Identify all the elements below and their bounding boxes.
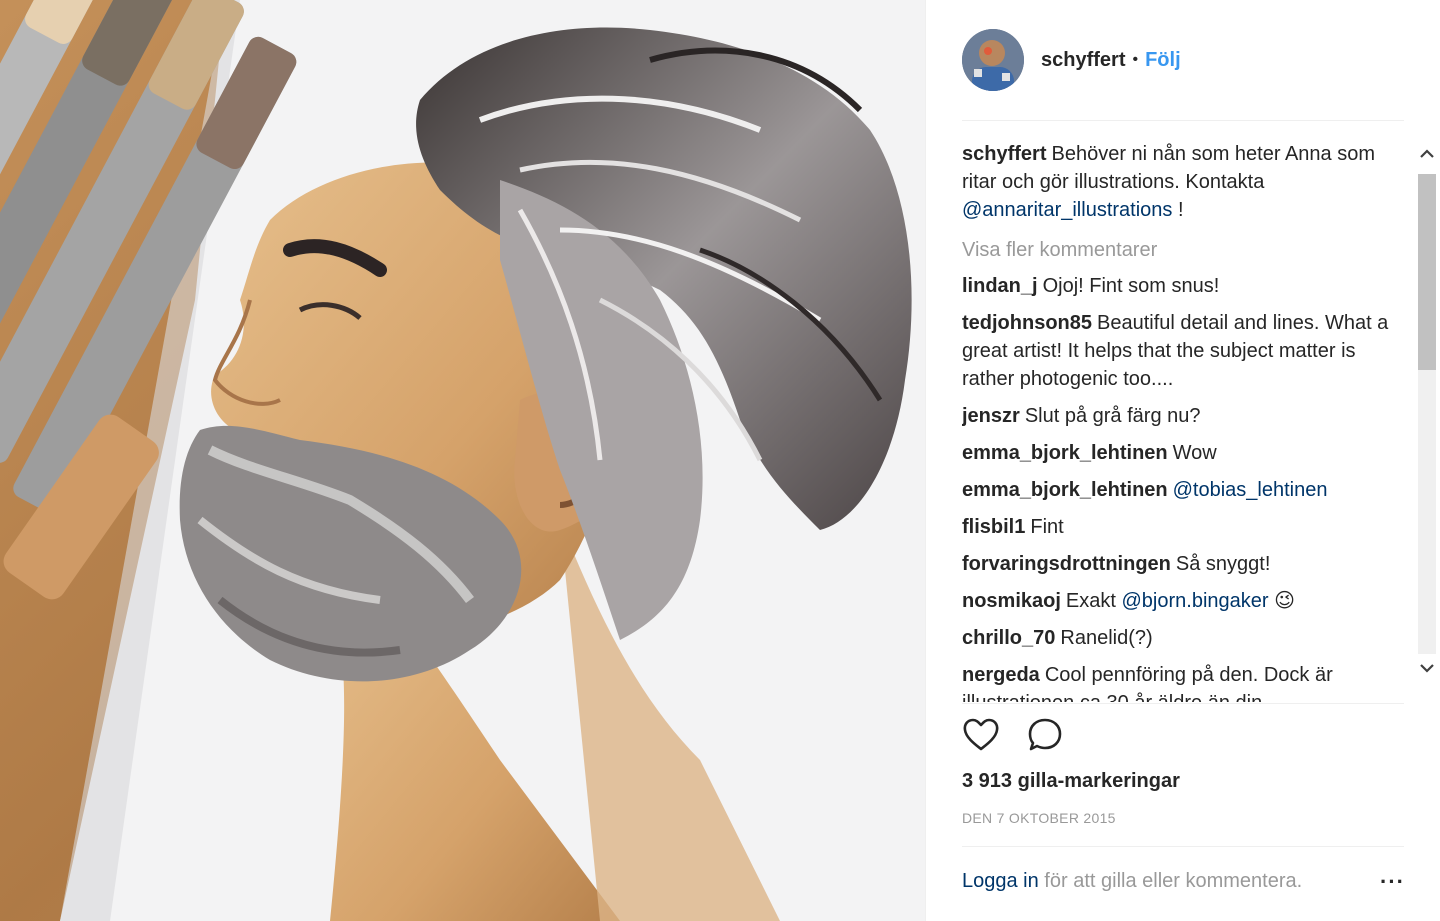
login-prompt-text: för att gilla eller kommentera. — [1038, 870, 1303, 892]
comment-item: tedjohnson85 Beautiful detail and lines. … — [962, 309, 1392, 393]
comment-username[interactable]: flisbil1 — [962, 516, 1025, 538]
likes-count[interactable]: 3 913 gilla-markeringar — [962, 770, 1180, 793]
comment-username[interactable]: tedjohnson85 — [962, 312, 1092, 334]
comment-item: nosmikaoj Exakt @bjorn.bingaker 😉 — [962, 587, 1392, 615]
comment-text: Ranelid(?) — [1060, 627, 1153, 649]
follow-button[interactable]: Följ — [1145, 49, 1181, 72]
post-caption: schyffert Behöver ni nån som heter Anna s… — [962, 140, 1392, 224]
illustration-artwork — [0, 0, 925, 921]
comment-username[interactable]: forvaringsdrottningen — [962, 553, 1171, 575]
comment-item: nergedaCool pennföring på den. Dock är i… — [962, 661, 1392, 702]
comment-text: Ojoj! Fint som snus! — [1042, 275, 1220, 297]
author-username[interactable]: schyffert — [1041, 49, 1125, 72]
comment-text: Wow — [1172, 442, 1217, 464]
comment-item: jenszr Slut på grå färg nu? — [962, 402, 1392, 430]
header-divider — [962, 120, 1404, 121]
comment-text: Så snyggt! — [1175, 553, 1271, 575]
post-image — [0, 0, 925, 921]
load-more-comments-button[interactable]: Visa fler kommentarer — [962, 236, 1392, 264]
comment-item: forvaringsdrottningen Så snyggt! — [962, 550, 1392, 578]
comment-item: lindan_j Ojoj! Fint som snus! — [962, 272, 1392, 300]
comment-item: emma_bjork_lehtinen @tobias_lehtinen — [962, 476, 1392, 504]
comment-text: Exakt — [1065, 590, 1122, 612]
comment-item: chrillo_70 Ranelid(?) — [962, 624, 1392, 652]
comment-username[interactable]: jenszr — [962, 405, 1020, 427]
scrollbar-thumb[interactable] — [1418, 174, 1436, 370]
footer-divider — [962, 846, 1404, 847]
comments-scrollbar[interactable] — [1414, 130, 1440, 700]
caption-username[interactable]: schyffert — [962, 143, 1046, 165]
comment-username[interactable]: nergeda — [962, 664, 1040, 686]
caption-suffix: ! — [1172, 199, 1184, 221]
post-panel: schyffert • Följ schyffert Behöver ni nån… — [926, 0, 1440, 921]
comment-username[interactable]: emma_bjork_lehtinen — [962, 479, 1168, 501]
comments-divider — [962, 703, 1404, 704]
avatar-image — [962, 29, 1024, 91]
separator-dot: • — [1132, 51, 1139, 68]
comment-mention[interactable]: @tobias_lehtinen — [1173, 479, 1328, 501]
comment-username[interactable]: lindan_j — [962, 275, 1038, 297]
login-link[interactable]: Logga in — [962, 870, 1039, 892]
comment-mention[interactable]: @bjorn.bingaker — [1122, 590, 1269, 612]
comment-text: Fint — [1030, 516, 1064, 538]
wink-emoji-icon: 😉 — [1274, 590, 1295, 612]
chevron-down-icon[interactable] — [1419, 660, 1435, 676]
comment-username[interactable]: chrillo_70 — [962, 627, 1055, 649]
post-actions — [962, 716, 1064, 754]
avatar[interactable] — [962, 29, 1024, 91]
comment-text: Slut på grå färg nu? — [1024, 405, 1201, 427]
comment-item: flisbil1 Fint — [962, 513, 1392, 541]
post-header: schyffert • Följ — [962, 28, 1181, 92]
speech-bubble-icon[interactable] — [1026, 716, 1064, 754]
comment-item: emma_bjork_lehtinen Wow — [962, 439, 1392, 467]
login-prompt: Logga in för att gilla eller kommentera. — [962, 870, 1302, 893]
more-options-icon[interactable]: ··· — [1380, 869, 1405, 895]
comment-username[interactable]: nosmikaoj — [962, 590, 1061, 612]
chevron-up-icon[interactable] — [1419, 146, 1435, 162]
caption-mention[interactable]: @annaritar_illustrations — [962, 199, 1172, 221]
post-date[interactable]: DEN 7 OKTOBER 2015 — [962, 810, 1116, 826]
heart-outline-icon[interactable] — [962, 716, 1000, 754]
comment-username[interactable]: emma_bjork_lehtinen — [962, 442, 1168, 464]
comments-list: schyffert Behöver ni nån som heter Anna s… — [962, 140, 1392, 702]
